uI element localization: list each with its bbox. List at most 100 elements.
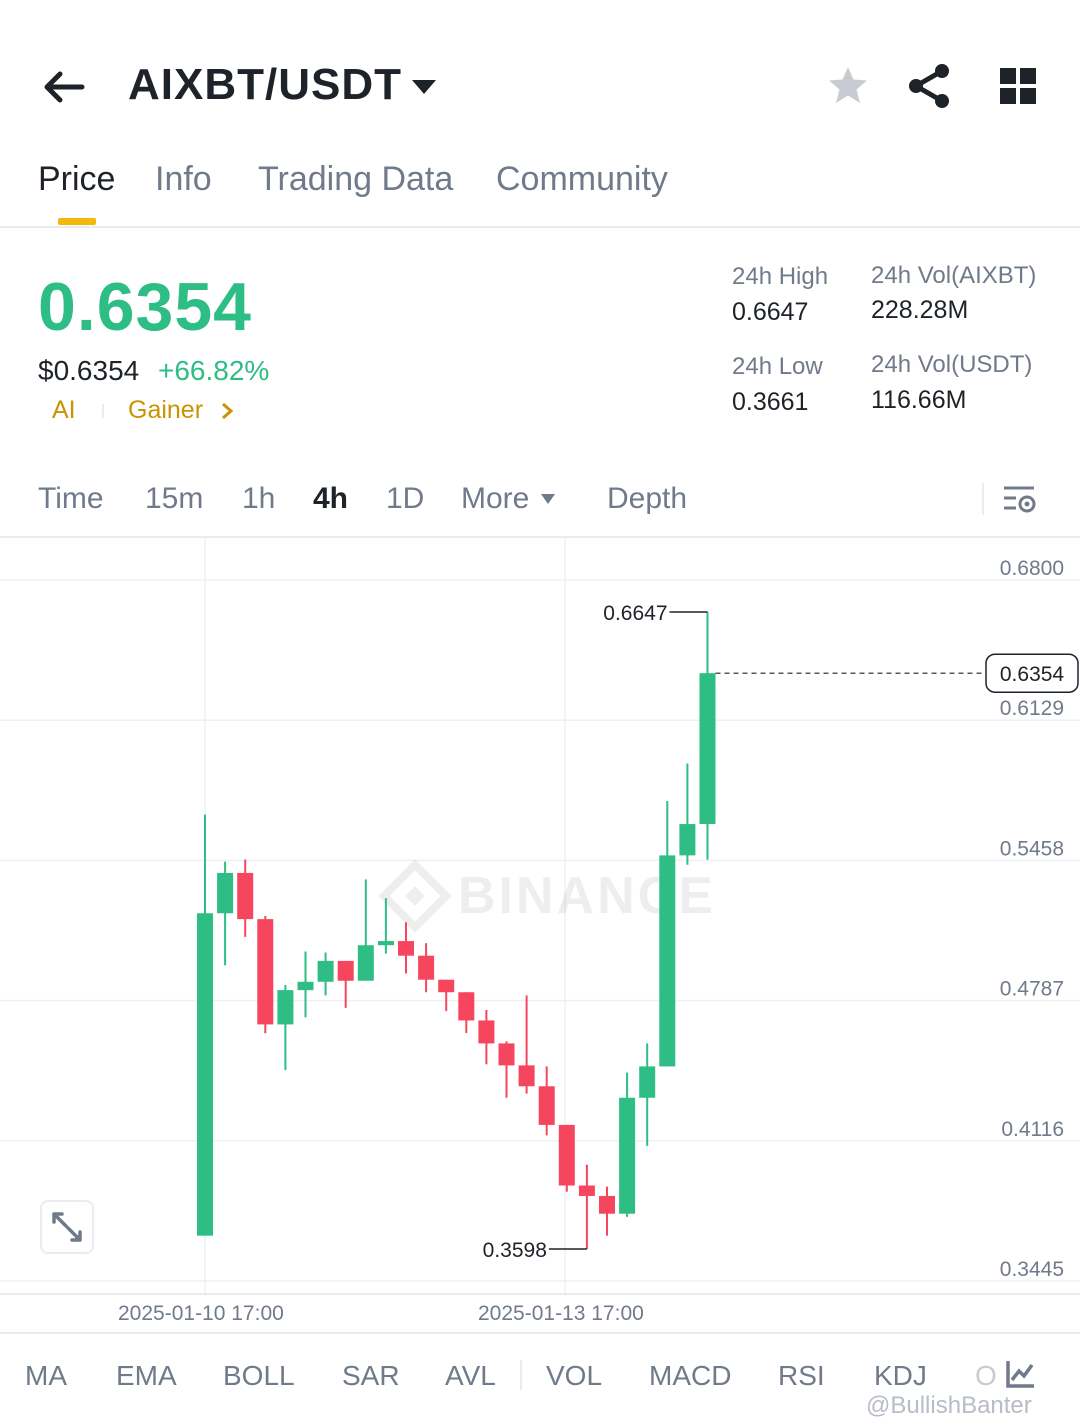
- stat-24h-low-value: 0.3661: [732, 388, 809, 416]
- expand-icon: [52, 1212, 82, 1242]
- fullscreen-button[interactable]: [40, 1200, 94, 1254]
- candlestick-chart[interactable]: BINANCE 0.6354 0.6647 0.3598 0.6800 0.6129 0…: [0, 538, 1080, 1333]
- candle: [398, 922, 414, 974]
- indicator-kdj[interactable]: KDJ: [874, 1360, 927, 1392]
- candle: [277, 984, 294, 1071]
- candle-body: [317, 960, 334, 982]
- candle-body: [679, 824, 696, 856]
- divider: [520, 1360, 522, 1390]
- candle-body: [538, 1086, 555, 1125]
- candle-body: [237, 872, 254, 920]
- candle: [478, 1010, 495, 1065]
- candle: [639, 1043, 656, 1146]
- indicator-rsi[interactable]: RSI: [778, 1360, 825, 1392]
- candle-body: [458, 992, 475, 1021]
- price-change-percent: +66.82%: [158, 355, 270, 386]
- stat-24h-high-value: 0.6647: [732, 298, 809, 326]
- indicator-obv-partial[interactable]: O: [975, 1360, 997, 1392]
- candle-body: [659, 855, 676, 1067]
- chevron-right-icon[interactable]: [220, 402, 234, 420]
- candle: [599, 1186, 615, 1236]
- candle-body: [277, 990, 294, 1025]
- candle: [578, 1164, 595, 1250]
- candle-body: [217, 872, 234, 914]
- tf-15m[interactable]: 15m: [145, 482, 203, 516]
- candle: [237, 859, 254, 937]
- indicator-boll[interactable]: BOLL: [223, 1360, 295, 1392]
- tab-trading-data[interactable]: Trading Data: [258, 160, 453, 199]
- stat-vol-base-label: 24h Vol(AIXBT): [871, 262, 1037, 289]
- current-price-label: 0.6354: [1000, 663, 1065, 686]
- candle-body: [257, 919, 274, 1025]
- candle: [679, 763, 696, 865]
- tf-more[interactable]: More: [461, 482, 529, 516]
- tf-4h[interactable]: 4h: [313, 482, 348, 516]
- y-axis-tick: 0.6800: [1000, 557, 1064, 580]
- candle-body: [619, 1097, 636, 1214]
- x-axis-label: 2025-01-13 17:00: [478, 1302, 644, 1325]
- candle: [498, 1041, 515, 1098]
- candle-body: [357, 945, 374, 981]
- candle-body: [518, 1065, 535, 1087]
- x-axis-label: 2025-01-10 17:00: [118, 1302, 284, 1325]
- grid-icon[interactable]: [998, 66, 1038, 106]
- candle: [297, 951, 314, 1018]
- candle-body: [498, 1043, 515, 1066]
- candle: [699, 611, 716, 860]
- candle-body: [418, 955, 435, 980]
- stat-24h-high-label: 24h High: [732, 263, 829, 290]
- candle: [659, 801, 676, 1067]
- tab-community[interactable]: Community: [496, 160, 668, 199]
- tf-time[interactable]: Time: [38, 482, 104, 516]
- y-axis-tick: 0.3445: [1000, 1258, 1064, 1281]
- candle: [357, 879, 374, 981]
- candle-body: [599, 1195, 615, 1214]
- candle-body: [478, 1020, 495, 1044]
- indicator-sar[interactable]: SAR: [342, 1360, 400, 1392]
- candle-body: [377, 941, 394, 946]
- high-marker-label: 0.6647: [603, 602, 667, 625]
- tf-depth[interactable]: Depth: [607, 482, 687, 516]
- tab-info[interactable]: Info: [155, 160, 212, 199]
- usd-price: $0.6354: [38, 355, 140, 386]
- candle: [538, 1066, 555, 1136]
- candle-body: [197, 913, 213, 1236]
- stat-vol-base-value: 228.28M: [871, 296, 969, 324]
- tag-gainer[interactable]: Gainer: [128, 396, 203, 425]
- stat-24h-low-label: 24h Low: [732, 353, 823, 380]
- candle-body: [639, 1066, 656, 1098]
- tag-separator: [102, 404, 104, 418]
- candle: [217, 861, 234, 966]
- indicator-ema[interactable]: EMA: [116, 1360, 177, 1392]
- indicator-macd[interactable]: MACD: [649, 1360, 731, 1392]
- candle: [418, 943, 435, 993]
- stat-vol-quote-label: 24h Vol(USDT): [871, 351, 1033, 378]
- candle: [438, 979, 455, 1012]
- candle: [458, 992, 475, 1033]
- tag-ai[interactable]: AI: [52, 396, 76, 425]
- indicator-chart-icon[interactable]: [1004, 1358, 1036, 1390]
- candle-body: [699, 673, 716, 825]
- indicator-avl[interactable]: AVL: [445, 1360, 496, 1392]
- candle: [197, 814, 213, 1236]
- y-axis-tick: 0.6129: [1000, 697, 1064, 720]
- y-axis-tick: 0.4116: [1001, 1118, 1064, 1141]
- active-tab-indicator: [58, 218, 96, 225]
- binance-watermark: BINANCE: [458, 867, 716, 925]
- star-icon[interactable]: [826, 64, 870, 108]
- divider: [0, 1332, 1080, 1334]
- indicator-vol[interactable]: VOL: [546, 1360, 602, 1392]
- tf-1d[interactable]: 1D: [386, 482, 424, 516]
- y-axis-tick: 0.4787: [1000, 978, 1064, 1001]
- pair-title[interactable]: AIXBT/USDT: [128, 60, 402, 110]
- tf-1h[interactable]: 1h: [242, 482, 275, 516]
- caret-down-icon[interactable]: [410, 76, 438, 98]
- chart-settings-icon[interactable]: [1000, 480, 1040, 520]
- back-arrow-icon[interactable]: [40, 62, 90, 112]
- indicator-ma[interactable]: MA: [25, 1360, 67, 1392]
- last-price: 0.6354: [38, 269, 252, 345]
- candle: [317, 952, 334, 996]
- tab-price[interactable]: Price: [38, 160, 115, 199]
- caret-down-icon[interactable]: [540, 493, 556, 505]
- share-icon[interactable]: [906, 62, 952, 110]
